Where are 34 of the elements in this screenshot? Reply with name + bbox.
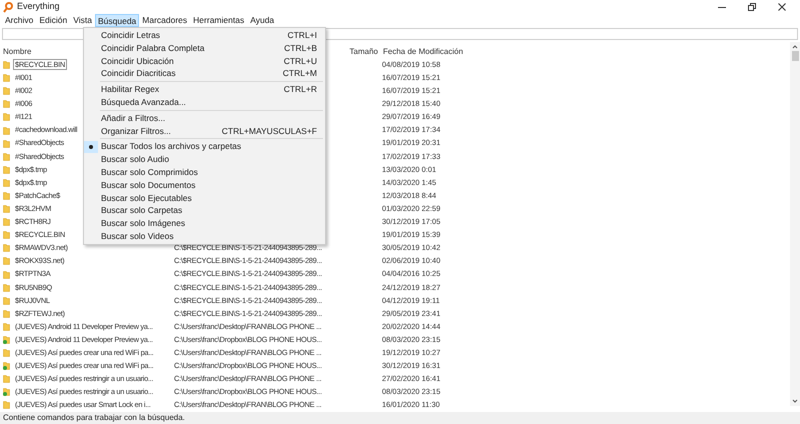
menu-option[interactable]: Buscar Todos los archivos y carpetas (84, 140, 325, 154)
scroll-thumb[interactable] (792, 51, 798, 61)
menu-item[interactable]: Vista (70, 14, 95, 27)
scroll-up-icon[interactable] (792, 44, 798, 50)
status-text: Contiene comandos para trabajar con la búsqueda. (3, 412, 185, 424)
menu-option[interactable]: Buscar solo Audio (84, 153, 325, 166)
menu-item[interactable]: Ayuda (247, 14, 278, 27)
menu-option[interactable]: Buscar solo Carpetas (84, 204, 325, 218)
menu-option[interactable]: Añadir a Filtros... (84, 112, 325, 125)
menu-item[interactable]: Marcadores (139, 14, 190, 27)
column-header[interactable]: Tamaño (330, 46, 378, 58)
column-header[interactable]: Fecha de Modificación (378, 46, 464, 58)
menu-item[interactable]: Herramientas (190, 14, 248, 27)
close-icon[interactable] (778, 3, 786, 11)
menu-option[interactable]: Buscar solo Ejecutables (84, 192, 325, 204)
menu-option[interactable]: Buscar solo Videos (84, 230, 325, 243)
scrollbar[interactable] (790, 42, 800, 406)
menu-option[interactable]: Habilitar Regex CTRL+R (84, 83, 325, 96)
menu-option[interactable]: Organizar Filtros... CTRL+MAYUSCULAS+F (84, 124, 325, 138)
restore-icon[interactable] (748, 3, 756, 11)
menu-option[interactable]: Coincidir Diacriticas CTRL+M (84, 67, 325, 80)
menu-option[interactable]: Coincidir Letras CTRL+I (84, 29, 325, 42)
menu-item[interactable]: Archivo (2, 14, 36, 27)
menu-option[interactable]: Buscar solo Comprimidos (84, 166, 325, 179)
menu-item[interactable]: Edición (36, 14, 70, 27)
window-title: Everything (17, 0, 60, 14)
scroll-down-icon[interactable] (792, 398, 798, 404)
menu-option[interactable]: Buscar solo Imágenes (84, 217, 325, 230)
menu-item[interactable]: Búsqueda (94, 14, 140, 27)
menu-option[interactable]: Coincidir Ubicación CTRL+U (84, 54, 325, 68)
menu-option[interactable]: Búsqueda Avanzada... (84, 96, 325, 109)
magnifier-icon (3, 2, 13, 12)
menu-option[interactable]: Coincidir Palabra Completa CTRL+B (84, 42, 325, 55)
menu-option[interactable]: Buscar solo Documentos (84, 178, 325, 192)
